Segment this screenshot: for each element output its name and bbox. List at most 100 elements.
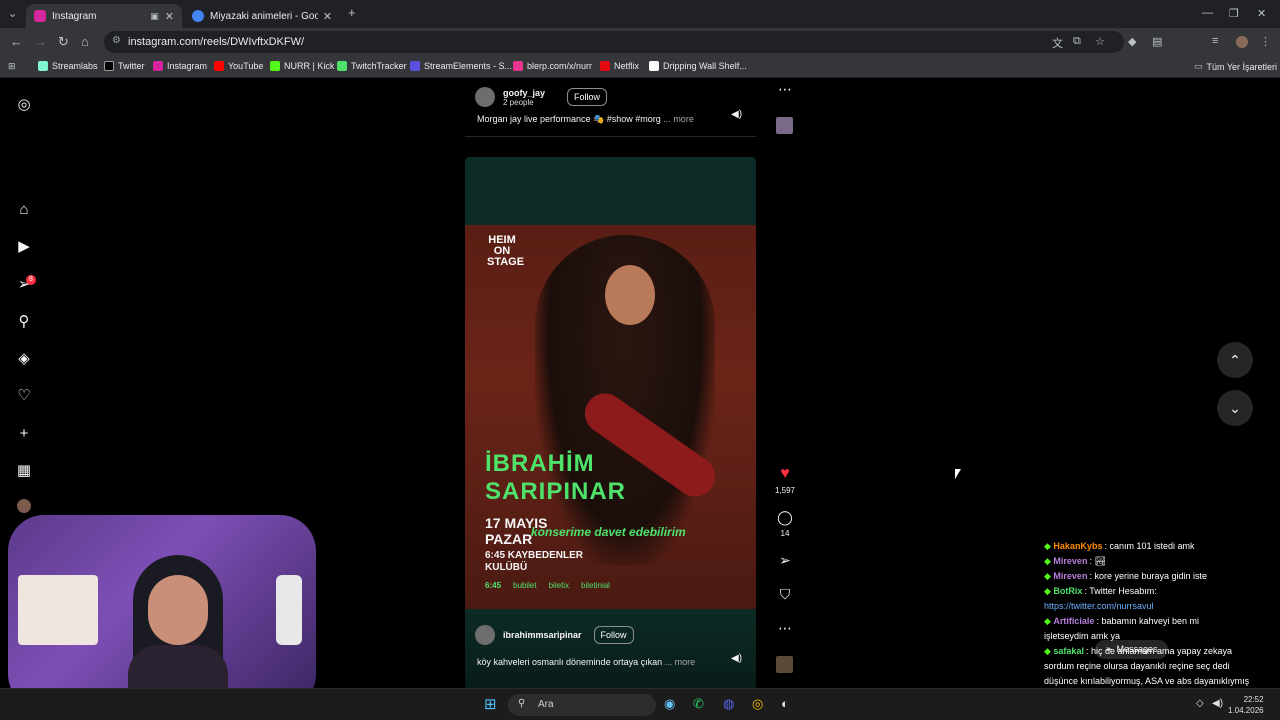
url-field[interactable]: ⚙ instagram.com/reels/DWIvftxDKFW/ <box>104 31 1124 53</box>
forward-button[interactable]: → <box>34 34 47 49</box>
bookmark-youtube[interactable]: YouTube <box>214 61 263 71</box>
maximize-button[interactable]: ❐ <box>1229 7 1239 20</box>
back-button[interactable]: ← <box>10 34 23 49</box>
bookmark-streamlabs[interactable]: Streamlabs <box>38 61 98 71</box>
profile-avatar[interactable] <box>1236 36 1248 48</box>
windows-start-icon[interactable]: ⊞ <box>484 695 497 713</box>
audio-thumbnail[interactable] <box>776 656 793 673</box>
dresser-shape <box>18 575 98 645</box>
concert-poster: HEIM ON STAGE İBRAHİM SARIPINAR 17 MAYIS… <box>465 225 756 609</box>
obs-icon[interactable]: ◐ <box>781 696 789 711</box>
explore-icon[interactable]: ◈ <box>14 349 34 369</box>
sponsor-label: biletix <box>548 581 570 590</box>
cast-icon[interactable]: ⧉ <box>1073 35 1081 48</box>
heim-logo: HEIM ON STAGE <box>487 234 525 268</box>
follow-button[interactable]: Follow <box>593 626 634 644</box>
volume-icon[interactable]: ◀) <box>1212 698 1223 709</box>
bookmark-label: Netflix <box>614 61 640 71</box>
create-plus-icon[interactable]: + <box>14 424 34 444</box>
close-window-button[interactable]: ✕ <box>1257 7 1266 20</box>
instagram-logo-icon[interactable]: ◎ <box>14 95 34 115</box>
tab-google[interactable]: Miyazaki animeleri - Google'da ✕ <box>184 4 340 28</box>
chat-badge-icon: ◆ <box>1044 646 1054 656</box>
previous-reel-button[interactable]: ⌃ <box>1217 342 1253 378</box>
username[interactable]: ibrahimmsaripinar <box>503 630 582 640</box>
volume-icon[interactable]: ◀) <box>731 109 742 120</box>
chat-username[interactable]: Artificiale <box>1053 616 1094 626</box>
bookmark-streamelements[interactable]: StreamElements - S... <box>410 61 512 71</box>
discord-icon[interactable]: ◍ <box>723 696 734 712</box>
system-clock[interactable]: 22:52 1.04.2026 <box>1228 694 1264 716</box>
chat-username[interactable]: HakanKybs <box>1053 541 1102 551</box>
home-button[interactable]: ⌂ <box>81 34 89 49</box>
bookmark-netflix[interactable]: Netflix <box>600 61 639 71</box>
follow-button[interactable]: Follow <box>567 88 608 106</box>
chrome-icon[interactable]: ◎ <box>752 696 763 712</box>
close-tab-icon[interactable]: ✕ <box>165 10 174 23</box>
user-avatar[interactable] <box>475 625 495 645</box>
chat-username[interactable]: Mireven <box>1053 556 1087 566</box>
bookmark-label: Dripping Wall Shelf... <box>663 61 747 71</box>
next-reel-button[interactable]: ⌄ <box>1217 390 1253 426</box>
extensions-puzzle-icon[interactable]: ▤ <box>1152 35 1162 48</box>
profile-avatar[interactable] <box>17 499 31 513</box>
chat-username[interactable]: Mireven <box>1053 571 1087 581</box>
sponsor-label: 6:45 <box>485 581 502 590</box>
tab-instagram[interactable]: Instagram ▣ ✕ <box>26 4 182 28</box>
steam-icon[interactable]: ◉ <box>664 696 675 712</box>
bookmark-star-icon[interactable]: ☆ <box>1095 35 1105 48</box>
streamer-face <box>148 575 208 645</box>
site-info-icon[interactable]: ⚙ <box>112 35 121 46</box>
chat-username[interactable]: safakal <box>1053 646 1084 656</box>
apps-grid-icon[interactable]: ⊞ <box>8 61 16 72</box>
instagram-icon <box>153 61 163 71</box>
minimize-button[interactable]: — <box>1202 7 1213 19</box>
sponsor-row: 6:45 bubilet biletix biletinial <box>485 581 610 590</box>
tab-search-icon[interactable]: ⌄ <box>8 7 17 20</box>
like-heart-icon[interactable]: ♥ <box>768 465 802 483</box>
more-options-icon[interactable]: ⋯ <box>768 620 802 637</box>
translate-icon[interactable]: 文 <box>1052 35 1063 51</box>
heart-icon[interactable]: ♡ <box>14 386 34 406</box>
reload-button[interactable]: ↻ <box>58 34 69 50</box>
bookmark-label: Streamlabs <box>52 61 98 71</box>
more-link[interactable]: ... more <box>665 657 696 667</box>
whatsapp-icon[interactable]: ✆ <box>693 696 704 712</box>
close-tab-icon[interactable]: ✕ <box>323 10 332 23</box>
share-icon[interactable]: ➢ <box>768 552 802 569</box>
menu-kebab-icon[interactable]: ⋮ <box>1260 35 1271 48</box>
bookmarks-bar: ⊞ Streamlabs Twitter Instagram YouTube N… <box>0 56 1280 78</box>
volume-icon[interactable]: ◀) <box>731 653 742 664</box>
insights-icon[interactable]: ▦ <box>14 461 34 481</box>
audio-thumbnail[interactable] <box>776 117 793 134</box>
bookmark-blerp[interactable]: blerp.com/x/nurr <box>513 61 592 71</box>
all-bookmarks[interactable]: ▭ Tüm Yer İşaretleri <box>1194 61 1277 72</box>
username[interactable]: goofy_jay <box>503 88 545 98</box>
chat-badge-icon: ◆ <box>1044 541 1054 551</box>
caption: Morgan jay live performance 🎭 #show #mor… <box>477 114 661 124</box>
more-options-icon[interactable]: ⋯ <box>768 81 802 98</box>
comment-icon[interactable]: ◯ <box>768 509 802 526</box>
network-icon[interactable]: ◇ <box>1196 698 1204 709</box>
reel-video[interactable]: HEIM ON STAGE İBRAHİM SARIPINAR 17 MAYIS… <box>465 157 756 689</box>
bookmark-twitter[interactable]: Twitter <box>104 61 145 71</box>
mouse-cursor-icon <box>955 469 961 479</box>
reading-list-icon[interactable]: ≡ <box>1212 35 1218 47</box>
reels-icon[interactable]: ▶ <box>14 237 34 257</box>
chat-username[interactable]: BotRix <box>1053 586 1082 596</box>
video-subtitle: konserime davet edebilirim <box>531 525 686 539</box>
taskbar-search[interactable]: ⚲ Ara <box>508 694 656 716</box>
webcam-overlay <box>8 515 316 710</box>
home-icon[interactable]: ⌂ <box>14 200 34 220</box>
bookmark-kick[interactable]: NURR | Kick <box>270 61 334 71</box>
bookmark-instagram[interactable]: Instagram <box>153 61 207 71</box>
bookmark-dripping-wall-shelf[interactable]: Dripping Wall Shelf... <box>649 61 747 71</box>
user-avatar[interactable] <box>475 87 495 107</box>
search-icon[interactable]: ⚲ <box>14 312 34 332</box>
new-tab-button[interactable]: + <box>348 5 356 20</box>
more-link[interactable]: ... more <box>663 114 694 124</box>
browser-tab-bar: ⌄ Instagram ▣ ✕ Miyazaki animeleri - Goo… <box>0 0 1280 28</box>
save-bookmark-icon[interactable]: ⛉ <box>768 586 802 603</box>
bookmark-twitchtracker[interactable]: TwitchTracker <box>337 61 407 71</box>
extension-icon[interactable]: ◆ <box>1128 35 1136 48</box>
